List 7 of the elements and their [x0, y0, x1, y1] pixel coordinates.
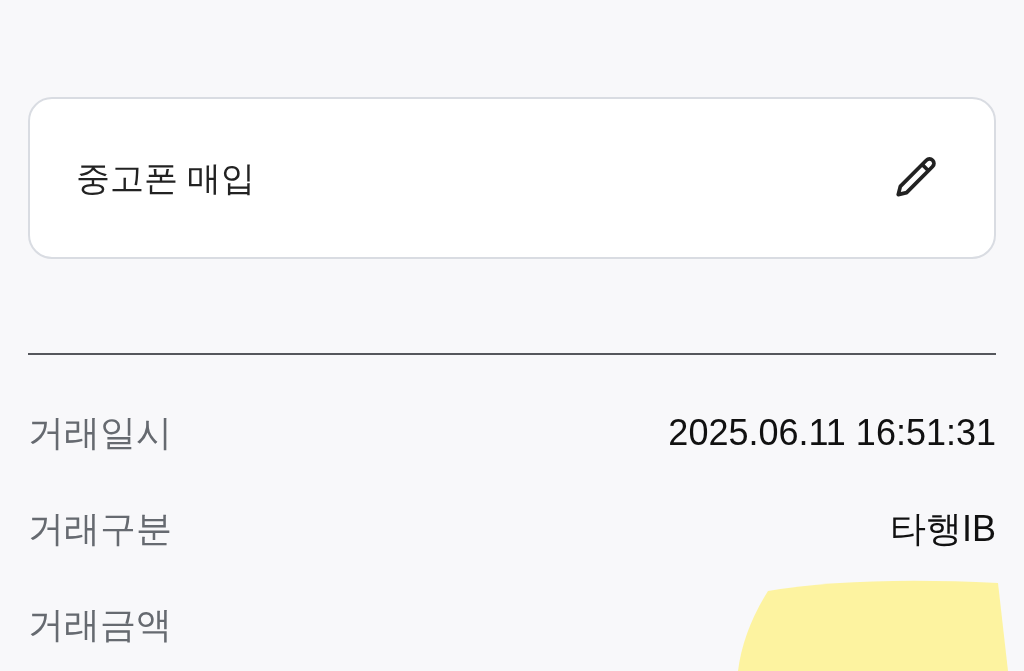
detail-value: 타행IB [890, 507, 996, 551]
detail-label: 거래일시 [28, 411, 172, 455]
detail-label: 거래금액 [28, 603, 172, 647]
memo-card[interactable]: 중고폰 매입 [28, 97, 996, 259]
memo-text: 중고폰 매입 [76, 157, 256, 199]
detail-label: 거래구분 [28, 507, 172, 551]
detail-value: 2025.06.11 16:51:31 [668, 411, 996, 455]
